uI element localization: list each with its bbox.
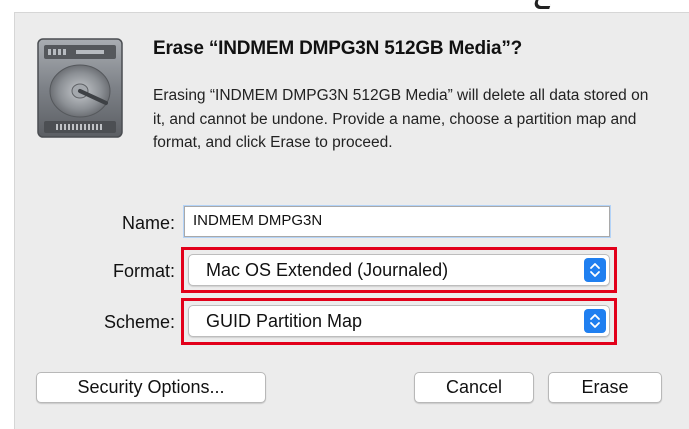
format-value: Mac OS Extended (Journaled)	[206, 260, 449, 280]
scheme-label: Scheme:	[103, 312, 175, 332]
name-input[interactable]	[193, 212, 593, 229]
format-label: Format:	[112, 261, 175, 281]
hard-drive-icon	[37, 38, 123, 138]
chevron-updown-icon	[584, 258, 606, 282]
chevron-updown-icon	[584, 309, 606, 333]
dialog-title: Erase “INDMEM DMPG3N 512GB Media”?	[153, 38, 523, 59]
scheme-popup[interactable]: GUID Partition Map	[188, 305, 610, 337]
scheme-value: GUID Partition Map	[206, 311, 363, 331]
format-popup[interactable]: Mac OS Extended (Journaled)	[188, 254, 610, 286]
dialog-description: Erasing “INDMEM DMPG3N 512GB Media” will…	[153, 87, 649, 151]
background-glyph	[532, 0, 555, 9]
security-options-button[interactable]: Security Options...	[36, 372, 266, 403]
top-strip	[0, 0, 689, 12]
cancel-button[interactable]: Cancel	[414, 372, 534, 403]
name-field[interactable]	[184, 206, 610, 237]
name-label: Name:	[121, 213, 175, 233]
erase-button[interactable]: Erase	[548, 372, 662, 403]
